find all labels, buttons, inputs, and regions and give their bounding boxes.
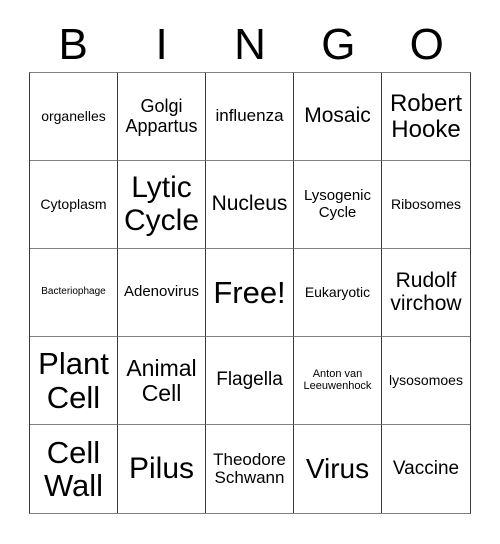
bingo-cell[interactable]: Eukaryotic [294, 249, 382, 337]
bingo-cell[interactable]: Vaccine [382, 425, 470, 513]
bingo-cell[interactable]: Pilus [118, 425, 206, 513]
header-letter-b: B [58, 20, 88, 69]
bingo-card: B I N G O organelles Golgi Appartus influen… [0, 0, 500, 544]
bingo-cell[interactable]: lysosomoes [382, 337, 470, 425]
bingo-cell-label: lysosomoes [389, 371, 463, 388]
bingo-cell-label: influenza [215, 106, 284, 126]
bingo-cell[interactable]: Flagella [206, 337, 294, 425]
bingo-cell-label: Pilus [128, 451, 195, 485]
bingo-cell[interactable]: Mosaic [294, 73, 382, 161]
bingo-cell[interactable]: Robert Hooke [382, 73, 470, 161]
bingo-cell[interactable]: influenza [206, 73, 294, 161]
bingo-cell[interactable]: Adenovirus [118, 249, 206, 337]
header-letter-g: G [321, 20, 356, 69]
bingo-cell[interactable]: Rudolf virchow [382, 249, 470, 337]
bingo-cell-label: Lytic Cycle [123, 171, 199, 237]
header-letter-o: O [409, 20, 444, 69]
bingo-cell[interactable]: Lysogenic Cycle [294, 161, 382, 249]
bingo-cell-label: Lysogenic Cycle [304, 187, 371, 221]
bingo-cell[interactable]: Bacteriophage [30, 249, 118, 337]
bingo-cell-label: organelles [41, 107, 106, 124]
bingo-cell-label: Plant Cell [38, 346, 109, 415]
bingo-cell[interactable]: Anton van Leeuwenhock [294, 337, 382, 425]
bingo-cell-label: Flagella [216, 369, 283, 391]
bingo-cell-label: Mosaic [304, 104, 371, 128]
header-letter-n: N [234, 20, 266, 69]
bingo-cell[interactable]: Golgi Appartus [118, 73, 206, 161]
bingo-cell[interactable]: Cytoplasm [30, 161, 118, 249]
bingo-free-space[interactable]: Free! [206, 249, 294, 337]
bingo-grid: organelles Golgi Appartus influenza Mosaic Ro… [29, 72, 471, 514]
bingo-cell[interactable]: Cell Wall [30, 425, 118, 513]
bingo-cell[interactable]: Theodore Schwann [206, 425, 294, 513]
bingo-cell[interactable]: Plant Cell [30, 337, 118, 425]
bingo-cell-label: Golgi Appartus [125, 96, 198, 136]
bingo-cell[interactable]: organelles [30, 73, 118, 161]
bingo-header-row: B I N G O [29, 18, 471, 72]
bingo-cell-label: Vaccine [392, 457, 460, 479]
bingo-cell-label: Robert Hooke [389, 89, 463, 143]
bingo-cell[interactable]: Virus [294, 425, 382, 513]
bingo-cell-label: Nucleus [211, 192, 288, 216]
bingo-cell-label: Cell Wall [43, 434, 104, 503]
bingo-cell[interactable]: Ribosomes [382, 161, 470, 249]
bingo-cell-label: Animal Cell [126, 354, 197, 406]
bingo-cell[interactable]: Lytic Cycle [118, 161, 206, 249]
bingo-cell-label: Cytoplasm [40, 195, 107, 212]
bingo-cell-label: Theodore Schwann [213, 449, 286, 487]
bingo-cell[interactable]: Animal Cell [118, 337, 206, 425]
bingo-cell-label: Bacteriophage [41, 286, 106, 298]
bingo-cell-label: Adenovirus [123, 283, 200, 301]
bingo-cell-label: Rudolf virchow [390, 268, 462, 315]
bingo-cell-label: Virus [305, 452, 370, 484]
bingo-cell-label: Free! [213, 274, 286, 310]
header-letter-i: I [155, 20, 168, 69]
bingo-cell[interactable]: Nucleus [206, 161, 294, 249]
bingo-cell-label: Eukaryotic [304, 283, 371, 300]
bingo-cell-label: Ribosomes [390, 195, 462, 212]
bingo-cell-label: Anton van Leeuwenhock [303, 367, 372, 392]
